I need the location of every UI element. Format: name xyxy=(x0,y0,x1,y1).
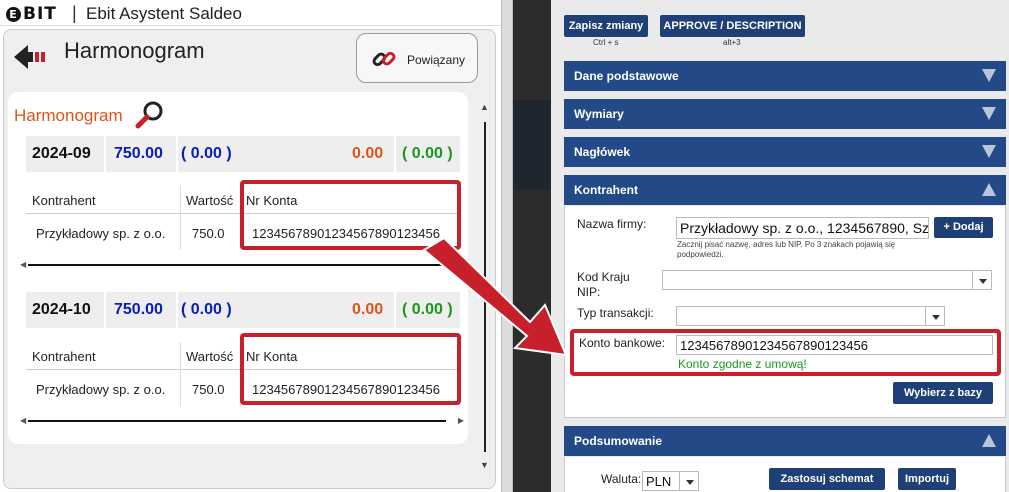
row-value: 750.0 xyxy=(192,382,225,397)
highlight-bank-account xyxy=(570,329,1001,376)
col-value: Wartość xyxy=(186,193,234,208)
schedule-red-value: 0.00 xyxy=(352,145,384,162)
link-icon xyxy=(372,51,396,67)
schedule-period: 2024-09 xyxy=(32,145,91,162)
highlight-account-1 xyxy=(240,180,461,250)
section-dimensions[interactable]: Wymiary xyxy=(564,99,1006,129)
horizontal-scrollbar[interactable]: ◀ ▶ xyxy=(20,260,464,270)
ebit-logo: E BIT xyxy=(6,4,57,24)
app-title: Ebit Asystent Saldeo xyxy=(86,4,242,23)
schedule-green-value: ( 0.00 ) xyxy=(402,301,453,318)
company-hint: Zacznij pisać nazwę, adres lub NIP. Po 3… xyxy=(677,240,896,259)
schedule-period: 2024-10 xyxy=(32,301,91,318)
linked-button-label: Powiązany xyxy=(407,53,466,67)
section-basic[interactable]: Dane podstawowe xyxy=(564,61,1006,91)
vertical-scrollbar[interactable]: ▲ ▼ xyxy=(478,100,492,480)
horizontal-scrollbar[interactable]: ◀ ▶ xyxy=(20,416,464,426)
schedule-amount-paren: ( 0.00 ) xyxy=(181,301,232,318)
section-header-title: Nagłówek xyxy=(574,145,631,159)
apply-schema-button[interactable]: Zastosuj schemat xyxy=(769,468,885,490)
schedule-amount: 750.00 xyxy=(114,301,163,318)
save-shortcut: Ctrl + s xyxy=(593,38,619,47)
schedule-green-value: ( 0.00 ) xyxy=(402,145,453,162)
section-header[interactable]: Nagłówek xyxy=(564,137,1006,167)
import-button[interactable]: Importuj xyxy=(898,468,956,490)
highlight-account-2 xyxy=(240,333,461,405)
panel-divider[interactable] xyxy=(501,0,513,492)
section-summary-title: Podsumowanie xyxy=(574,434,663,448)
currency-select[interactable]: PLN xyxy=(642,471,680,491)
dark-strip xyxy=(513,0,551,492)
search-icon[interactable] xyxy=(134,98,166,130)
chevron-up-icon xyxy=(982,183,996,196)
document-form-panel: Zapisz zmiany Ctrl + s APPROVE / DESCRIP… xyxy=(551,0,1009,492)
col-contractor: Kontrahent xyxy=(32,349,96,364)
chevron-down-icon xyxy=(982,107,996,120)
currency-label: Waluta: xyxy=(601,472,642,486)
company-label: Nazwa firmy: xyxy=(577,217,647,231)
chevron-down-icon[interactable] xyxy=(679,471,699,491)
save-button[interactable]: Zapisz zmiany xyxy=(564,15,648,37)
title-separator: | xyxy=(72,3,77,23)
chevron-down-icon xyxy=(982,145,996,158)
title-bar: E BIT | Ebit Asystent Saldeo xyxy=(0,0,501,26)
transaction-label: Typ transakcji: xyxy=(577,306,654,320)
chevron-down-icon xyxy=(982,69,996,82)
row-value: 750.0 xyxy=(192,226,225,241)
company-input[interactable]: Przykładowy sp. z o.o., 1234567890, Szcz… xyxy=(676,217,929,239)
section-contractor-title: Kontrahent xyxy=(574,183,638,197)
pick-from-database-button[interactable]: Wybierz z bazy xyxy=(893,382,993,404)
nip-label: NIP: xyxy=(577,285,601,299)
schedule-amount-paren: ( 0.00 ) xyxy=(181,145,232,162)
schedule-amount: 750.00 xyxy=(114,145,163,162)
section-basic-title: Dane podstawowe xyxy=(574,69,679,83)
page-title: Harmonogram xyxy=(64,38,205,63)
section-summary[interactable]: Podsumowanie xyxy=(564,426,1006,456)
back-arrow-icon[interactable] xyxy=(12,42,46,72)
schedule-section-label: Harmonogram xyxy=(14,106,123,125)
chevron-down-icon[interactable] xyxy=(972,270,992,290)
row-contractor: Przykładowy sp. z o.o. xyxy=(36,382,166,397)
linked-button[interactable]: Powiązany xyxy=(356,33,478,83)
transaction-select[interactable] xyxy=(676,306,926,326)
schedule-red-value: 0.00 xyxy=(352,301,384,318)
section-contractor[interactable]: Kontrahent xyxy=(564,175,1006,205)
approve-shortcut: alt+3 xyxy=(723,38,741,47)
col-contractor: Kontrahent xyxy=(32,193,96,208)
section-dimensions-title: Wymiary xyxy=(574,107,624,121)
add-contractor-button[interactable]: + Dodaj xyxy=(934,217,993,238)
approve-button[interactable]: APPROVE / DESCRIPTION xyxy=(660,15,805,37)
country-select[interactable] xyxy=(662,270,973,290)
col-value: Wartość xyxy=(186,349,234,364)
harmonogram-panel: E BIT | Ebit Asystent Saldeo Harmonogram … xyxy=(0,0,501,492)
row-contractor: Przykładowy sp. z o.o. xyxy=(36,226,166,241)
chevron-up-icon xyxy=(982,434,996,447)
country-label: Kod Kraju xyxy=(577,270,630,284)
chevron-down-icon[interactable] xyxy=(925,306,945,326)
